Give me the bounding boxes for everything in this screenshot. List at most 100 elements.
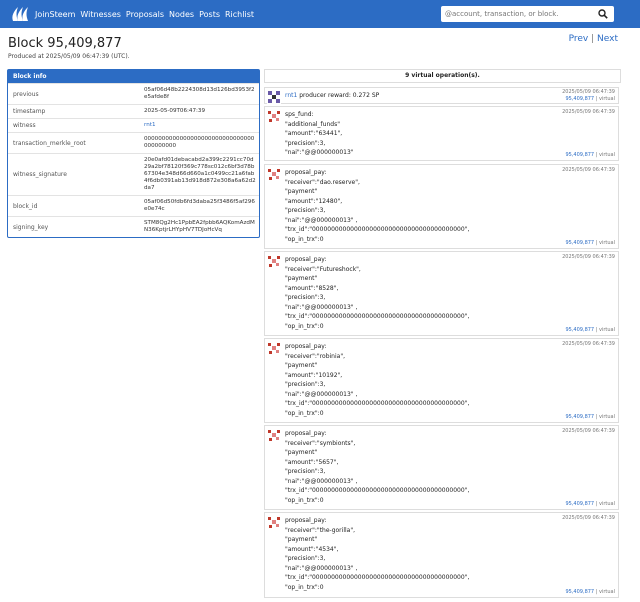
op-fields: "receiver":"robinia", "payment" "amount"… <box>285 352 470 417</box>
op-fields: "additional_funds" "amount":"63441", "pr… <box>285 120 354 157</box>
block-info-row: block_id 05af06d50fdb6fd3daba25f3486f5af… <box>8 195 259 216</box>
row-key: witness_signature <box>13 171 67 178</box>
avatar[interactable] <box>267 341 281 355</box>
nav-link-witnesses[interactable]: Witnesses <box>80 10 121 19</box>
virtual-label: virtual <box>599 501 615 507</box>
row-value: 0000000000000000000000000000000000000000 <box>144 136 255 149</box>
top-navbar: JoinSteem Witnesses Proposals Nodes Post… <box>0 0 640 28</box>
row-key: previous <box>13 90 39 98</box>
witness-link[interactable]: rnt1 <box>285 92 297 99</box>
avatar[interactable] <box>267 254 281 268</box>
block-number-link[interactable]: 95,409,877 <box>565 327 594 333</box>
op-timestamp: 2025/05/09 06:47:39 <box>562 515 615 521</box>
proposal-pay-op: proposal_pay: "receiver":"robinia", "pay… <box>264 338 619 423</box>
avatar[interactable] <box>267 90 281 104</box>
virtual-ops-heading: 9 virtual operation(s). <box>264 69 621 83</box>
block-ref-separator: | <box>595 152 598 158</box>
op-timestamp: 2025/05/09 06:47:39 <box>562 167 615 173</box>
producer-reward-op: rnt1 producer reward: 0.272 SP 2025/05/0… <box>264 87 619 104</box>
op-fields: "receiver":"symbionts", "payment" "amoun… <box>285 439 470 504</box>
block-info-row: previous 05af06d48b2224308d13d126bd3953f… <box>8 83 259 104</box>
pager-separator: | <box>591 34 595 44</box>
nav-link-nodes[interactable]: Nodes <box>169 10 194 19</box>
row-value: 2025-05-09T06:47:39 <box>144 108 206 114</box>
op-body: sps_fund: "additional_funds" "amount":"6… <box>285 110 354 158</box>
block-info-row: transaction_merkle_root 0000000000000000… <box>8 132 259 153</box>
op-block-ref: 95,409,877 | virtual <box>565 589 615 595</box>
nav-link-posts[interactable]: Posts <box>199 10 220 19</box>
op-body: proposal_pay: "receiver":"robinia", "pay… <box>285 342 469 418</box>
block-number-link[interactable]: 95,409,877 <box>565 414 594 420</box>
op-block-ref: 95,409,877 | virtual <box>565 152 615 158</box>
avatar[interactable] <box>267 167 281 181</box>
block-pager: Prev | Next <box>569 34 618 44</box>
virtual-label: virtual <box>599 589 615 595</box>
row-key: signing_key <box>13 223 49 231</box>
block-ref-separator: | <box>595 414 598 420</box>
nav-link-proposals[interactable]: Proposals <box>126 10 164 19</box>
row-key: witness <box>13 122 36 129</box>
steem-logo-icon[interactable] <box>10 5 30 23</box>
op-body: proposal_pay: "receiver":"Futureshock", … <box>285 255 469 331</box>
block-ref-separator: | <box>595 589 598 595</box>
virtual-label: virtual <box>599 240 615 246</box>
block-number-link[interactable]: 95,409,877 <box>565 96 594 102</box>
op-type: proposal_pay: <box>285 256 327 263</box>
block-ref-separator: | <box>595 240 598 246</box>
block-info-row: signing_key STM8Qg2Hc1PpbEA2fpbb6AQKomAz… <box>8 216 259 237</box>
op-type: proposal_pay: <box>285 517 327 524</box>
row-key: timestamp <box>13 108 46 115</box>
op-block-ref: 95,409,877 | virtual <box>565 501 615 507</box>
block-ref-separator: | <box>595 327 598 333</box>
op-timestamp: 2025/05/09 06:47:39 <box>562 109 615 115</box>
op-body: proposal_pay: "receiver":"dao.reserve", … <box>285 168 469 244</box>
produced-at: Produced at 2025/05/09 06:47:39 (UTC). <box>8 53 130 60</box>
virtual-label: virtual <box>599 96 615 102</box>
op-timestamp: 2025/05/09 06:47:39 <box>562 341 615 347</box>
op-block-ref: 95,409,877 | virtual <box>565 96 615 102</box>
op-timestamp: 2025/05/09 06:47:39 <box>562 254 615 260</box>
witness-link[interactable]: rnt1 <box>141 119 259 132</box>
block-number-link[interactable]: 95,409,877 <box>565 240 594 246</box>
block-number-link[interactable]: 95,409,877 <box>565 501 594 507</box>
page-title: Block 95,409,877 <box>8 36 122 51</box>
block-number-link[interactable]: 95,409,877 <box>565 152 594 158</box>
block-ref-separator: | <box>595 501 598 507</box>
row-key: transaction_merkle_root <box>13 139 86 147</box>
nav-link-joinsteem[interactable]: JoinSteem <box>35 10 75 19</box>
search-icon[interactable] <box>598 9 608 19</box>
block-info-row: witness_signature 20e0afd01debacabd2a399… <box>8 153 259 195</box>
avatar[interactable] <box>267 428 281 442</box>
virtual-label: virtual <box>599 414 615 420</box>
proposal-pay-op: proposal_pay: "receiver":"dao.reserve", … <box>264 164 619 249</box>
op-block-ref: 95,409,877 | virtual <box>565 240 615 246</box>
block-info-panel: Block info previous 05af06d48b2224308d13… <box>7 69 260 238</box>
nav-links: JoinSteem Witnesses Proposals Nodes Post… <box>35 0 259 28</box>
block-number-link[interactable]: 95,409,877 <box>565 589 594 595</box>
op-fields: "receiver":"dao.reserve", "payment" "amo… <box>285 178 470 243</box>
proposal-pay-op: proposal_pay: "receiver":"the-gorilla", … <box>264 512 619 598</box>
block-info-row: witness rnt1 <box>8 118 259 132</box>
block-info-row: timestamp 2025-05-09T06:47:39 <box>8 104 259 118</box>
row-value: STM8Qg2Hc1PpbEA2fpbb6AQKomAzdMN36KptjrLH… <box>144 220 255 233</box>
block-info-heading: Block info <box>8 70 259 83</box>
op-type: proposal_pay: <box>285 343 327 350</box>
op-type: proposal_pay: <box>285 169 327 176</box>
op-fields: "receiver":"the-gorilla", "payment" "amo… <box>285 526 470 591</box>
prev-block-link[interactable]: Prev <box>569 34 589 44</box>
op-type: sps_fund: <box>285 111 314 118</box>
op-body: proposal_pay: "receiver":"the-gorilla", … <box>285 516 469 592</box>
op-fields: "receiver":"Futureshock", "payment" "amo… <box>285 265 470 330</box>
op-block-ref: 95,409,877 | virtual <box>565 414 615 420</box>
avatar[interactable] <box>267 515 281 529</box>
reward-line: rnt1 producer reward: 0.272 SP <box>285 92 379 99</box>
proposal-pay-op: proposal_pay: "receiver":"Futureshock", … <box>264 251 619 336</box>
op-body: proposal_pay: "receiver":"symbionts", "p… <box>285 429 469 505</box>
sps-fund-op: sps_fund: "additional_funds" "amount":"6… <box>264 106 619 161</box>
nav-link-richlist[interactable]: Richlist <box>225 10 254 19</box>
search-input[interactable] <box>445 7 593 20</box>
next-block-link[interactable]: Next <box>597 34 618 44</box>
proposal-pay-op: proposal_pay: "receiver":"symbionts", "p… <box>264 425 619 510</box>
reward-text: producer reward: 0.272 SP <box>297 92 380 99</box>
avatar[interactable] <box>267 109 281 123</box>
